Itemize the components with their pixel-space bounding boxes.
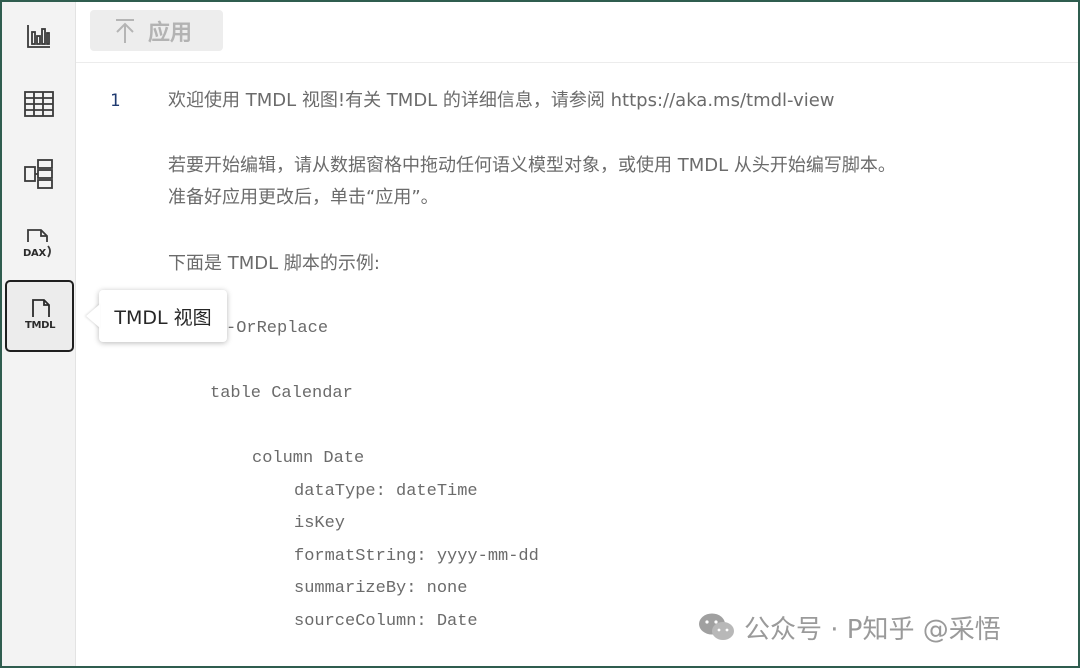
tmdl-view-button[interactable]: TMDL: [5, 280, 74, 352]
code-line: table Calendar: [210, 384, 353, 403]
tmdl-icon: [31, 299, 50, 317]
code-line: formatString: yyyy-mm-dd: [294, 547, 539, 566]
table-view-button[interactable]: [6, 72, 71, 136]
table-grid-icon: [23, 91, 54, 117]
view-rail: DAX TMDL: [2, 2, 76, 666]
tmdl-view-window: DAX TMDL 应用 1 欢迎使用 TMDL 视图!有关 TMDL 的详细信息…: [0, 0, 1080, 668]
report-view-button[interactable]: [6, 4, 71, 68]
apply-arrow-icon: [116, 18, 134, 43]
watermark: 公众号 · P知乎 @采悟: [698, 609, 1001, 645]
tmdl-view-tooltip: TMDL 视图: [99, 290, 227, 342]
model-view-button[interactable]: [6, 142, 71, 206]
tmdl-icon-label: TMDL: [25, 320, 56, 331]
model-diagram-icon: [23, 159, 53, 189]
instructions-line-2: 准备好应用更改后，单击“应用”。: [168, 187, 439, 208]
toolbar: 应用: [76, 2, 1078, 63]
code-line: dataType: dateTime: [294, 482, 478, 501]
watermark-text: 公众号 · P知乎 @采悟: [744, 614, 1001, 645]
tooltip-arrow: [86, 304, 100, 328]
code-line: -OrReplace: [226, 319, 329, 338]
code-line: column Date: [252, 449, 365, 468]
intro-text: 欢迎使用 TMDL 视图!有关 TMDL 的详细信息，请参阅 https://a…: [168, 90, 835, 111]
apply-button[interactable]: 应用: [90, 10, 223, 51]
instructions-line-1: 若要开始编辑，请从数据窗格中拖动任何语义模型对象，或使用 TMDL 从头开始编写…: [168, 155, 896, 176]
dax-icon-label: DAX: [23, 248, 46, 259]
code-line: summarizeBy: none: [294, 579, 468, 598]
line-number: 1: [110, 91, 121, 111]
dax-query-view-button[interactable]: DAX: [6, 212, 71, 276]
tmdl-editor[interactable]: 1 欢迎使用 TMDL 视图!有关 TMDL 的详细信息，请参阅 https:/…: [76, 63, 1078, 666]
code-line: sourceColumn: Date: [294, 612, 478, 631]
wechat-icon: [699, 613, 734, 640]
example-heading: 下面是 TMDL 脚本的示例:: [168, 253, 380, 274]
code-line: isKey: [294, 514, 346, 533]
bar-chart-icon: [26, 25, 50, 48]
apply-button-label: 应用: [148, 20, 193, 46]
